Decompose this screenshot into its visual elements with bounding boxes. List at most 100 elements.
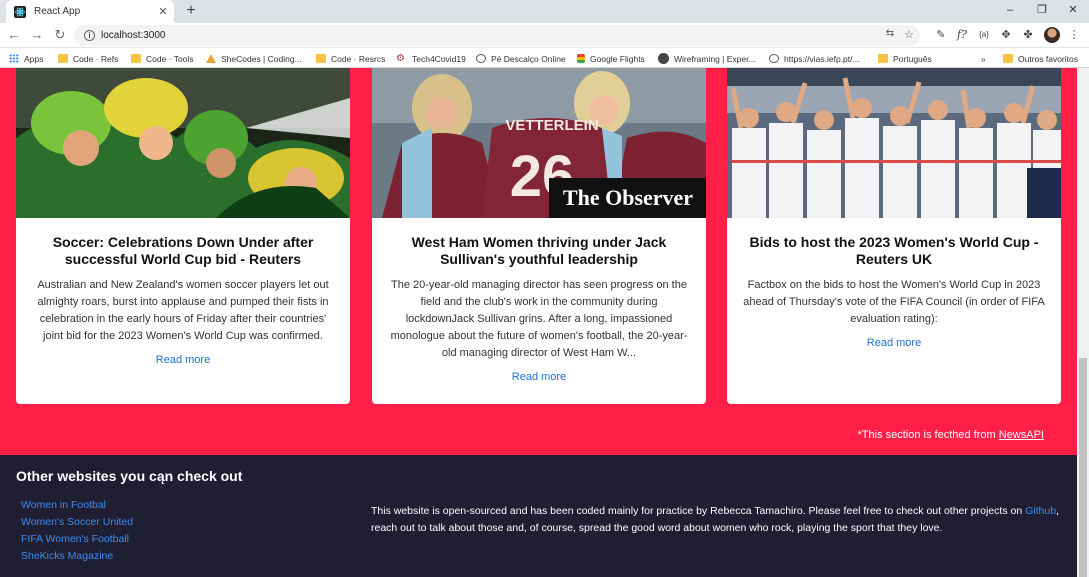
- menu-icon[interactable]: ⋮: [1067, 28, 1081, 42]
- news-card-description: The 20-year-old managing director has se…: [390, 279, 688, 359]
- shecodes-icon: [206, 54, 216, 63]
- fans-celebrating-image: [16, 68, 350, 218]
- back-icon[interactable]: ←: [7, 28, 21, 42]
- folder-icon: [878, 54, 888, 63]
- tab-title: React App: [34, 6, 81, 17]
- bookmark-label: Tech4Covid19: [412, 53, 466, 64]
- apps-grid-icon: [9, 54, 19, 63]
- west-ham-players-image: VETTERLEIN 26 The Observer: [372, 68, 706, 218]
- json-extension-icon[interactable]: {a}: [977, 28, 991, 42]
- news-card-image: VETTERLEIN 26 The Observer: [372, 68, 706, 218]
- bookmark-shecodes[interactable]: SheCodes | Coding...: [206, 52, 302, 65]
- window-close-icon[interactable]: ✕: [1066, 3, 1080, 17]
- extension-icon[interactable]: ✎: [934, 28, 948, 42]
- reload-icon[interactable]: ↻: [53, 28, 67, 42]
- gear-icon: ⚙: [396, 53, 405, 64]
- footer-link-womens-soccer-united[interactable]: Women's Soccer United: [21, 514, 133, 531]
- news-card-title: Soccer: Celebrations Down Under after su…: [52, 234, 314, 267]
- translate-icon[interactable]: ⇆: [886, 28, 894, 41]
- bookmark-label: https://vias.iefp.pt/...: [784, 53, 860, 64]
- folder-icon: [316, 54, 326, 63]
- observer-logo-text: The Observer: [563, 185, 693, 210]
- address-bar[interactable]: i localhost:3000 ⇆ ☆: [74, 25, 920, 46]
- news-section: Soccer: Celebrations Down Under after su…: [0, 68, 1077, 455]
- star-icon[interactable]: ☆: [904, 28, 914, 41]
- page-footer: Other websites you cąn check out Women i…: [0, 455, 1077, 577]
- bookmarks-overflow-button[interactable]: »: [981, 52, 986, 65]
- news-source-prefix: *This section is fecthed from: [857, 429, 999, 441]
- bookmark-other-favorites[interactable]: Outros favoritos: [1003, 52, 1078, 65]
- news-card-image: [727, 68, 1061, 218]
- newsapi-link[interactable]: NewsAPI: [999, 429, 1044, 441]
- page-scrollbar[interactable]: [1077, 68, 1089, 577]
- new-tab-button[interactable]: +: [183, 2, 199, 20]
- news-card: Bids to host the 2023 Women's World Cup …: [727, 68, 1061, 404]
- footer-link-fifa-womens-football[interactable]: FIFA Women's Football: [21, 531, 133, 548]
- browser-toolbar: ← → ↻ i localhost:3000 ⇆ ☆ ✎ f? {a} ✥ ✤ …: [0, 23, 1089, 48]
- bookmark-label: Pé Descalço Online: [491, 53, 566, 64]
- bookmark-google-flights[interactable]: Google Flights: [577, 52, 645, 65]
- bookmark-label: Code · Refs: [73, 53, 119, 64]
- bookmark-label: Outros favoritos: [1018, 53, 1078, 64]
- github-link[interactable]: Github: [1025, 505, 1056, 517]
- bookmark-wireframing[interactable]: Wireframing | Exper...: [658, 52, 756, 65]
- bookmark-tech4covid19[interactable]: ⚙ Tech4Covid19: [396, 52, 466, 65]
- folder-icon: [131, 54, 141, 63]
- footer-text-before: This website is open-sourced and has bee…: [371, 505, 1026, 517]
- footer-link-women-in-football[interactable]: Women in Footbal: [21, 497, 133, 514]
- info-icon[interactable]: i: [84, 30, 95, 41]
- news-card-description: Australian and New Zealand's women socce…: [37, 279, 329, 342]
- browser-tab[interactable]: React App ✕: [6, 0, 174, 23]
- formula-extension-icon[interactable]: f?: [955, 28, 969, 42]
- bookmark-vias-iefp[interactable]: https://vias.iefp.pt/...: [769, 52, 860, 65]
- read-more-link[interactable]: Read more: [867, 337, 921, 349]
- footer-link-shekicks-magazine[interactable]: SheKicks Magazine: [21, 548, 133, 565]
- footer-about-text: This website is open-sourced and has bee…: [371, 503, 1061, 537]
- close-icon[interactable]: ✕: [156, 5, 170, 18]
- bookmark-label: Google Flights: [590, 53, 645, 64]
- news-source-note: *This section is fecthed from NewsAPI: [858, 429, 1044, 441]
- news-card-image: [16, 68, 350, 218]
- folder-icon: [1003, 54, 1013, 63]
- bookmark-apps[interactable]: Apps: [9, 52, 43, 65]
- bookmark-label: SheCodes | Coding...: [221, 53, 302, 64]
- news-card: VETTERLEIN 26 The Observer West Ham Wome…: [372, 68, 706, 404]
- react-icon: [14, 5, 26, 18]
- news-card: Soccer: Celebrations Down Under after su…: [16, 68, 350, 404]
- move-extension-icon[interactable]: ✥: [999, 28, 1013, 42]
- url-text: localhost:3000: [101, 30, 166, 41]
- footer-heading: Other websites you cąn check out: [16, 468, 243, 484]
- bookmark-code-refs[interactable]: Code · Refs: [58, 52, 118, 65]
- bookmark-label: Apps: [24, 53, 44, 64]
- bookmark-label: Code · Tools: [146, 53, 194, 64]
- profile-avatar[interactable]: [1044, 27, 1060, 43]
- restore-icon[interactable]: ❐: [1035, 3, 1049, 17]
- google-flights-icon: [577, 54, 585, 63]
- news-card-title: West Ham Women thriving under Jack Sulli…: [411, 234, 667, 267]
- minimize-icon[interactable]: –: [1003, 3, 1017, 17]
- puzzle-icon[interactable]: ✤: [1021, 28, 1035, 42]
- bookmarks-more-label: »: [981, 53, 986, 64]
- wireframing-icon: [658, 53, 669, 64]
- folder-icon: [58, 54, 68, 63]
- us-team-celebrating-image: [727, 68, 1061, 218]
- read-more-link[interactable]: Read more: [156, 354, 210, 366]
- bookmarks-bar: Apps Code · Refs Code · Tools SheCodes |…: [0, 48, 1089, 68]
- page-viewport: Soccer: Celebrations Down Under after su…: [0, 68, 1077, 577]
- bookmark-code-resrcs[interactable]: Code · Resrcs: [316, 52, 385, 65]
- forward-icon[interactable]: →: [30, 28, 44, 42]
- news-card-description: Factbox on the bids to host the Women's …: [743, 279, 1045, 325]
- jersey-name-text: VETTERLEIN: [505, 117, 598, 134]
- scrollbar-thumb[interactable]: [1079, 358, 1087, 577]
- bookmark-label: Português: [893, 53, 932, 64]
- bookmark-pe-descalco[interactable]: Pé Descalço Online: [476, 52, 566, 65]
- bookmark-code-tools[interactable]: Code · Tools: [131, 52, 194, 65]
- bookmark-portugues[interactable]: Português: [878, 52, 932, 65]
- globe-icon: [769, 54, 779, 63]
- read-more-link[interactable]: Read more: [512, 371, 566, 383]
- news-card-title: Bids to host the 2023 Women's World Cup …: [749, 234, 1039, 267]
- bookmark-label: Code · Resrcs: [331, 53, 386, 64]
- globe-icon: [476, 54, 486, 63]
- footer-links: Women in Footbal Women's Soccer United F…: [21, 497, 133, 565]
- bookmark-label: Wireframing | Exper...: [674, 53, 756, 64]
